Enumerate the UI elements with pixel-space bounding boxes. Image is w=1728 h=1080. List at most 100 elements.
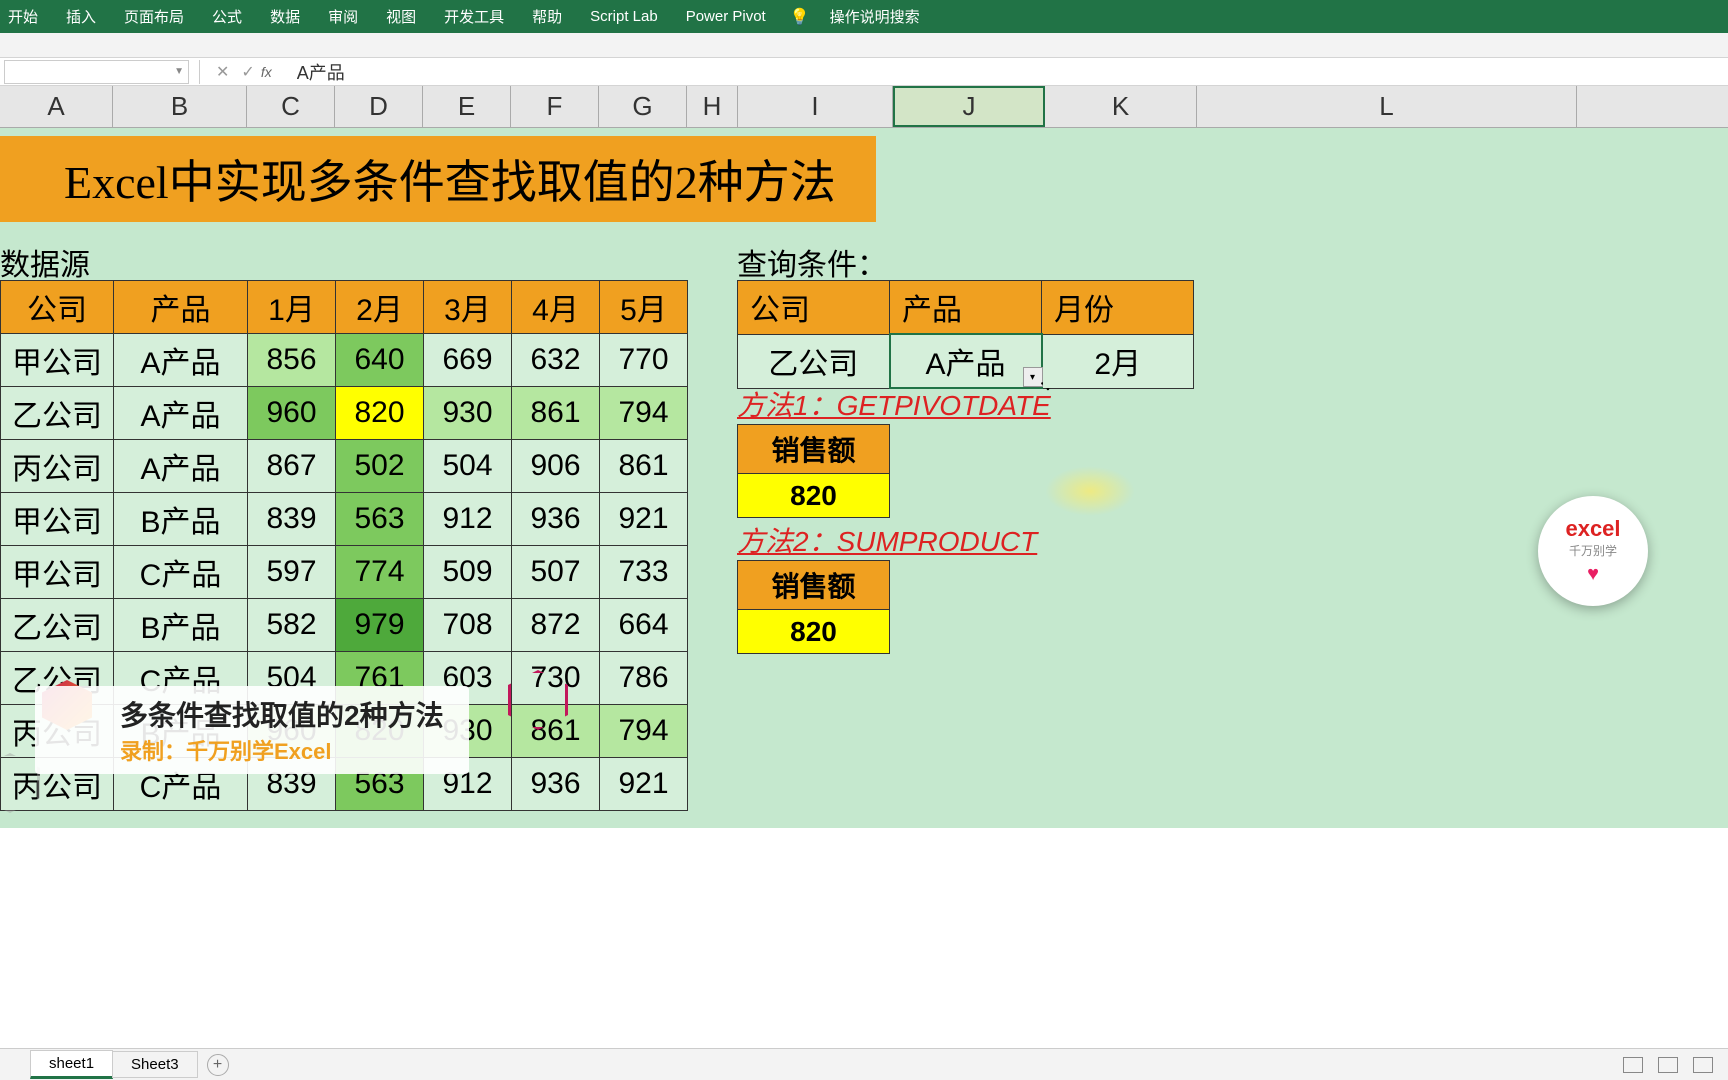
result1-header[interactable]: 销售额 bbox=[738, 425, 890, 474]
sheet-canvas[interactable]: Excel中实现多条件查找取值的2种方法 数据源 查询条件： 公司 产品 1月 … bbox=[0, 128, 1728, 828]
cell[interactable]: 733 bbox=[600, 546, 688, 599]
col-header-k[interactable]: K bbox=[1045, 86, 1197, 127]
cell[interactable]: 770 bbox=[600, 334, 688, 387]
header-m4[interactable]: 4月 bbox=[512, 281, 600, 334]
cell[interactable]: 甲公司 bbox=[1, 334, 114, 387]
cell[interactable]: C产品 bbox=[114, 546, 248, 599]
header-m2[interactable]: 2月 bbox=[336, 281, 424, 334]
page-break-icon[interactable] bbox=[1693, 1057, 1713, 1073]
cell[interactable]: B产品 bbox=[114, 599, 248, 652]
cell[interactable]: 930 bbox=[424, 387, 512, 440]
col-header-g[interactable]: G bbox=[599, 86, 687, 127]
query-header-company[interactable]: 公司 bbox=[738, 281, 890, 335]
cell[interactable]: 507 bbox=[512, 546, 600, 599]
cell[interactable]: 632 bbox=[512, 334, 600, 387]
cell[interactable]: 774 bbox=[336, 546, 424, 599]
tab-devtools[interactable]: 开发工具 bbox=[430, 0, 518, 33]
query-month-cell[interactable]: 2月 bbox=[1042, 334, 1194, 388]
header-company[interactable]: 公司 bbox=[1, 281, 114, 334]
cell[interactable]: B产品 bbox=[114, 493, 248, 546]
cell[interactable]: 867 bbox=[248, 440, 336, 493]
sheet-tab-1[interactable]: sheet1 bbox=[30, 1050, 113, 1079]
cell[interactable]: 921 bbox=[600, 758, 688, 811]
query-company-cell[interactable]: 乙公司 bbox=[738, 334, 890, 388]
cell[interactable]: 甲公司 bbox=[1, 546, 114, 599]
normal-view-icon[interactable] bbox=[1623, 1057, 1643, 1073]
col-header-h[interactable]: H bbox=[687, 86, 738, 127]
cell[interactable]: 906 bbox=[512, 440, 600, 493]
cell[interactable]: 664 bbox=[600, 599, 688, 652]
cell[interactable]: 839 bbox=[248, 493, 336, 546]
cell[interactable]: 872 bbox=[512, 599, 600, 652]
tab-data[interactable]: 数据 bbox=[256, 0, 314, 33]
cell[interactable]: 820 bbox=[336, 387, 424, 440]
col-header-f[interactable]: F bbox=[511, 86, 599, 127]
tab-help[interactable]: 帮助 bbox=[518, 0, 576, 33]
cell[interactable]: A产品 bbox=[114, 387, 248, 440]
result2-value[interactable]: 820 bbox=[738, 610, 890, 654]
cell[interactable]: A产品 bbox=[114, 334, 248, 387]
cancel-icon[interactable]: ✕ bbox=[216, 62, 229, 82]
tab-insert[interactable]: 插入 bbox=[52, 0, 110, 33]
header-m1[interactable]: 1月 bbox=[248, 281, 336, 334]
col-header-i[interactable]: I bbox=[738, 86, 893, 127]
cell[interactable]: 856 bbox=[248, 334, 336, 387]
header-m3[interactable]: 3月 bbox=[424, 281, 512, 334]
cell[interactable]: 504 bbox=[424, 440, 512, 493]
tellme-search[interactable]: 操作说明搜索 bbox=[816, 0, 934, 33]
tab-powerpivot[interactable]: Power Pivot bbox=[672, 0, 780, 33]
cell[interactable]: 921 bbox=[600, 493, 688, 546]
cell[interactable]: 丙公司 bbox=[1, 440, 114, 493]
col-header-l[interactable]: L bbox=[1197, 86, 1577, 127]
name-box[interactable]: ▼ bbox=[4, 60, 189, 84]
result1-value[interactable]: 820 bbox=[738, 474, 890, 518]
col-header-c[interactable]: C bbox=[247, 86, 335, 127]
col-header-e[interactable]: E bbox=[423, 86, 511, 127]
cell[interactable]: 936 bbox=[512, 758, 600, 811]
add-sheet-button[interactable]: + bbox=[207, 1054, 229, 1076]
query-header-month[interactable]: 月份 bbox=[1042, 281, 1194, 335]
cell[interactable]: 861 bbox=[512, 387, 600, 440]
cell[interactable]: 乙公司 bbox=[1, 599, 114, 652]
cell[interactable]: 708 bbox=[424, 599, 512, 652]
cell[interactable]: 936 bbox=[512, 493, 600, 546]
cell[interactable]: 甲公司 bbox=[1, 493, 114, 546]
cell[interactable]: 786 bbox=[600, 652, 688, 705]
fx-icon[interactable]: fx bbox=[261, 64, 272, 80]
formula-input[interactable] bbox=[287, 61, 1728, 82]
col-header-b[interactable]: B bbox=[113, 86, 247, 127]
col-header-j[interactable]: J bbox=[893, 86, 1045, 127]
cell[interactable]: 597 bbox=[248, 546, 336, 599]
cell[interactable]: 861 bbox=[600, 440, 688, 493]
enter-icon[interactable]: ✓ bbox=[241, 62, 254, 82]
cell[interactable]: 582 bbox=[248, 599, 336, 652]
cell[interactable]: 509 bbox=[424, 546, 512, 599]
col-header-d[interactable]: D bbox=[335, 86, 423, 127]
sheet-tab-2[interactable]: Sheet3 bbox=[112, 1051, 198, 1078]
tab-view[interactable]: 视图 bbox=[372, 0, 430, 33]
cell[interactable]: A产品 bbox=[114, 440, 248, 493]
result2-header[interactable]: 销售额 bbox=[738, 561, 890, 610]
col-header-a[interactable]: A bbox=[0, 86, 113, 127]
cell[interactable]: 502 bbox=[336, 440, 424, 493]
header-m5[interactable]: 5月 bbox=[600, 281, 688, 334]
query-product-cell[interactable]: A产品 ▾ ✥ bbox=[890, 334, 1042, 388]
cell[interactable]: 563 bbox=[336, 493, 424, 546]
cell[interactable]: 794 bbox=[600, 387, 688, 440]
cell[interactable]: 669 bbox=[424, 334, 512, 387]
header-product[interactable]: 产品 bbox=[114, 281, 248, 334]
tab-scriptlab[interactable]: Script Lab bbox=[576, 0, 672, 33]
name-box-dropdown-icon[interactable]: ▼ bbox=[174, 66, 184, 77]
cell[interactable]: 979 bbox=[336, 599, 424, 652]
page-layout-icon[interactable] bbox=[1658, 1057, 1678, 1073]
cell[interactable]: 960 bbox=[248, 387, 336, 440]
tab-layout[interactable]: 页面布局 bbox=[110, 0, 198, 33]
tab-formulas[interactable]: 公式 bbox=[198, 0, 256, 33]
cell[interactable]: 乙公司 bbox=[1, 387, 114, 440]
query-header-product[interactable]: 产品 bbox=[890, 281, 1042, 335]
tab-review[interactable]: 审阅 bbox=[314, 0, 372, 33]
tab-home[interactable]: 开始 bbox=[0, 0, 52, 33]
cell[interactable]: 912 bbox=[424, 493, 512, 546]
cell[interactable]: 794 bbox=[600, 705, 688, 758]
cell[interactable]: 640 bbox=[336, 334, 424, 387]
